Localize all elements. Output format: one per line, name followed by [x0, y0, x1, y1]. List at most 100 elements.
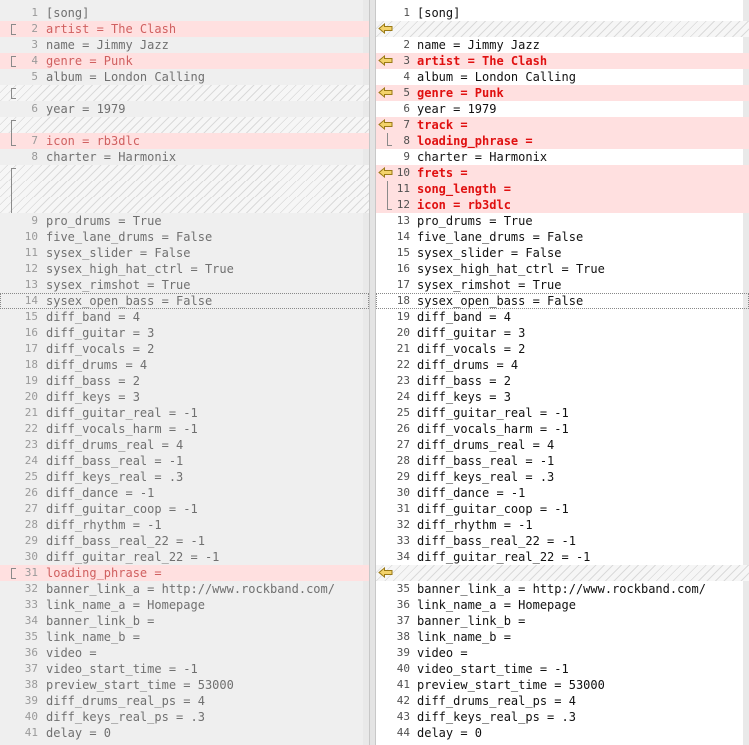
code-line[interactable]: 13 sysex_rimshot = True: [0, 277, 369, 293]
code-line[interactable]: 26 diff_dance = -1: [0, 485, 369, 501]
code-line[interactable]: 31 diff_guitar_coop = -1: [376, 501, 749, 517]
copy-to-left-arrow-icon[interactable]: [376, 565, 393, 581]
code-line[interactable]: 35 banner_link_a = http://www.rockband.co…: [376, 581, 749, 597]
code-line[interactable]: 34 banner_link_b =: [0, 613, 369, 629]
code-line[interactable]: 6 year = 1979: [0, 101, 369, 117]
code-line[interactable]: 37 banner_link_b =: [376, 613, 749, 629]
code-line[interactable]: 30 diff_dance = -1: [376, 485, 749, 501]
placeholder-gap-row[interactable]: [0, 165, 369, 182]
code-line[interactable]: 19 diff_bass = 2: [0, 373, 369, 389]
placeholder-gap-row[interactable]: [0, 197, 369, 213]
code-line[interactable]: 36 link_name_a = Homepage: [376, 597, 749, 613]
changed-line[interactable]: 7 icon = rb3dlc: [0, 133, 369, 149]
code-line[interactable]: 32 banner_link_a = http://www.rockband.co…: [0, 581, 369, 597]
code-line[interactable]: 40 diff_keys_real_ps = .3: [0, 709, 369, 725]
code-line[interactable]: 33 link_name_a = Homepage: [0, 597, 369, 613]
code-line[interactable]: 42 diff_drums_real_ps = 4: [376, 693, 749, 709]
code-line[interactable]: 23 diff_drums_real = 4: [0, 437, 369, 453]
copy-to-left-arrow-icon[interactable]: [376, 21, 393, 37]
changed-line[interactable]: 2 artist = The Clash: [0, 21, 369, 37]
line-text: song_length =: [417, 182, 511, 196]
code-line[interactable]: 21 diff_guitar_real = -1: [0, 405, 369, 421]
code-line[interactable]: 39 diff_drums_real_ps = 4: [0, 693, 369, 709]
code-line[interactable]: 24 diff_bass_real = -1: [0, 453, 369, 469]
code-line[interactable]: 38 link_name_b =: [376, 629, 749, 645]
code-line[interactable]: 22 diff_drums = 4: [376, 357, 749, 373]
changed-line[interactable]: 4 genre = Punk: [0, 53, 369, 69]
code-line[interactable]: 44 delay = 0: [376, 725, 749, 741]
code-line[interactable]: 14 five_lane_drums = False: [376, 229, 749, 245]
code-line[interactable]: 8 charter = Harmonix: [0, 149, 369, 165]
code-line[interactable]: 21 diff_vocals = 2: [376, 341, 749, 357]
code-line[interactable]: 1 [song]: [376, 5, 749, 21]
line-text: [song]: [46, 6, 90, 20]
code-line[interactable]: 15 diff_band = 4: [0, 309, 369, 325]
code-line[interactable]: 25 diff_keys_real = .3: [0, 469, 369, 485]
code-line[interactable]: 41 delay = 0: [0, 725, 369, 741]
code-line[interactable]: 27 diff_guitar_coop = -1: [0, 501, 369, 517]
changed-line[interactable]: 12 icon = rb3dlc: [376, 197, 749, 213]
code-line[interactable]: 23 diff_bass = 2: [376, 373, 749, 389]
code-line[interactable]: 36 video =: [0, 645, 369, 661]
changed-line[interactable]: 7 track =: [376, 117, 749, 133]
code-line[interactable]: 9 pro_drums = True: [0, 213, 369, 229]
code-line[interactable]: 1 [song]: [0, 5, 369, 21]
left-file-pane[interactable]: 1 [song] 2 artist = The Clash 3 name = Jimmy …: [0, 0, 369, 745]
code-line[interactable]: 29 diff_keys_real = .3: [376, 469, 749, 485]
placeholder-gap-row[interactable]: [0, 117, 369, 134]
code-line[interactable]: 11 sysex_slider = False: [0, 245, 369, 261]
right-file-pane[interactable]: 1 [song] 2 name = Jimmy Jazz 3 artist = The C…: [376, 0, 749, 745]
code-line[interactable]: 38 preview_start_time = 53000: [0, 677, 369, 693]
code-line[interactable]: 18 diff_drums = 4: [0, 357, 369, 373]
code-line[interactable]: 13 pro_drums = True: [376, 213, 749, 229]
code-line[interactable]: 16 sysex_high_hat_ctrl = True: [376, 261, 749, 277]
code-line[interactable]: 26 diff_vocals_harm = -1: [376, 421, 749, 437]
code-line[interactable]: 16 diff_guitar = 3: [0, 325, 369, 341]
code-line[interactable]: 27 diff_drums_real = 4: [376, 437, 749, 453]
code-line[interactable]: 9 charter = Harmonix: [376, 149, 749, 165]
code-line[interactable]: 14 sysex_open_bass = False: [0, 293, 369, 309]
code-line[interactable]: 18 sysex_open_bass = False: [376, 293, 749, 309]
placeholder-gap-row[interactable]: [0, 85, 369, 101]
code-line[interactable]: 39 video =: [376, 645, 749, 661]
code-line[interactable]: 15 sysex_slider = False: [376, 245, 749, 261]
code-line[interactable]: 28 diff_bass_real = -1: [376, 453, 749, 469]
code-line[interactable]: 4 album = London Calling: [376, 69, 749, 85]
code-line[interactable]: 35 link_name_b =: [0, 629, 369, 645]
code-line[interactable]: 5 album = London Calling: [0, 69, 369, 85]
code-line[interactable]: 37 video_start_time = -1: [0, 661, 369, 677]
code-line[interactable]: 22 diff_vocals_harm = -1: [0, 421, 369, 437]
code-line[interactable]: 30 diff_guitar_real_22 = -1: [0, 549, 369, 565]
code-line[interactable]: 41 preview_start_time = 53000: [376, 677, 749, 693]
code-line[interactable]: 6 year = 1979: [376, 101, 749, 117]
pane-splitter[interactable]: [369, 0, 376, 745]
changed-line[interactable]: 11 song_length =: [376, 181, 749, 197]
changed-line[interactable]: 10 frets =: [376, 165, 749, 181]
changed-line[interactable]: 31 loading_phrase =: [0, 565, 369, 581]
changed-line[interactable]: 3 artist = The Clash: [376, 53, 749, 69]
code-line[interactable]: 19 diff_band = 4: [376, 309, 749, 325]
code-line[interactable]: 33 diff_bass_real_22 = -1: [376, 533, 749, 549]
code-line[interactable]: 20 diff_guitar = 3: [376, 325, 749, 341]
code-line[interactable]: 29 diff_bass_real_22 = -1: [0, 533, 369, 549]
code-line[interactable]: 20 diff_keys = 3: [0, 389, 369, 405]
code-line[interactable]: 40 video_start_time = -1: [376, 661, 749, 677]
placeholder-gap-row[interactable]: [376, 21, 749, 37]
code-line[interactable]: 25 diff_guitar_real = -1: [376, 405, 749, 421]
placeholder-gap-row[interactable]: [0, 181, 369, 197]
code-line[interactable]: 34 diff_guitar_real_22 = -1: [376, 549, 749, 565]
code-line[interactable]: 32 diff_rhythm = -1: [376, 517, 749, 533]
line-text: diff_vocals_harm = -1: [46, 422, 198, 436]
changed-line[interactable]: 8 loading_phrase =: [376, 133, 749, 149]
code-line[interactable]: 24 diff_keys = 3: [376, 389, 749, 405]
code-line[interactable]: 10 five_lane_drums = False: [0, 229, 369, 245]
code-line[interactable]: 17 diff_vocals = 2: [0, 341, 369, 357]
code-line[interactable]: 2 name = Jimmy Jazz: [376, 37, 749, 53]
code-line[interactable]: 12 sysex_high_hat_ctrl = True: [0, 261, 369, 277]
code-line[interactable]: 43 diff_keys_real_ps = .3: [376, 709, 749, 725]
code-line[interactable]: 17 sysex_rimshot = True: [376, 277, 749, 293]
code-line[interactable]: 28 diff_rhythm = -1: [0, 517, 369, 533]
changed-line[interactable]: 5 genre = Punk: [376, 85, 749, 101]
placeholder-gap-row[interactable]: [376, 565, 749, 581]
code-line[interactable]: 3 name = Jimmy Jazz: [0, 37, 369, 53]
